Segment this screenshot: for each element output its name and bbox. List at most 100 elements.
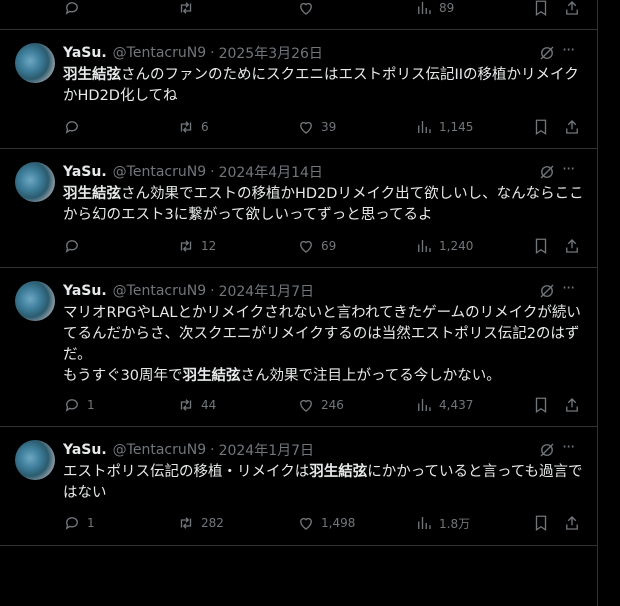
reply-button[interactable] [63,237,87,255]
share-button[interactable] [563,0,581,17]
reply-button[interactable]: 1 [63,514,95,532]
grok-icon[interactable] [538,44,556,62]
tweet-header: YaSu. @TentacruN9 · 2024年1月7日 [63,440,314,460]
separator-dot: · [210,442,215,458]
views-count: 1,240 [439,239,474,253]
user-handle[interactable]: @TentacruN9 [113,45,206,61]
heart-icon [300,399,312,412]
bookmark-icon [535,119,547,136]
heart-icon [300,2,312,15]
reply-icon [65,121,78,134]
like-button[interactable]: 39 [297,118,336,136]
more-options-icon[interactable]: ··· [562,161,582,182]
share-icon [566,398,578,412]
more-options-icon[interactable]: ··· [562,42,582,63]
timeline: 89 YaSu. @TentacruN9 · 2025年3月26日 ··· 羽生… [0,0,598,606]
like-count: 246 [321,398,344,412]
reply-count: 1 [87,516,95,530]
retweet-count: 6 [201,120,209,134]
share-icon [566,120,578,134]
grok-icon[interactable] [538,441,556,459]
user-handle[interactable]: @TentacruN9 [113,283,206,299]
action-bar: 1 282 1,498 1.8万 [63,513,583,533]
reply-button[interactable]: 1 [63,396,95,414]
tweet-text-part: さんのファンのためにスクエニはエストポリス伝記IIの移植かリメイクかHD2D化し… [63,67,579,104]
share-button[interactable] [563,118,581,136]
tweet-date[interactable]: 2024年1月7日 [219,281,314,301]
tweet-header: YaSu. @TentacruN9 · 2025年3月26日 [63,43,323,63]
display-name[interactable]: YaSu. [63,164,107,180]
like-button[interactable] [297,0,315,17]
tweet-text: 羽生結弦さんのファンのためにスクエニはエストポリス伝記IIの移植かリメイクかHD… [63,65,585,107]
avatar[interactable] [15,440,55,480]
tweet-text-part: エストポリス伝記の移植・リメイクは [63,464,310,480]
views-button[interactable]: 89 [415,0,454,17]
share-button[interactable] [563,514,581,532]
like-button[interactable]: 1,498 [297,514,355,532]
reply-button[interactable] [63,118,87,136]
reply-button[interactable] [63,0,81,17]
bookmark-button[interactable] [532,237,550,255]
views-icon [418,399,431,411]
retweet-count: 282 [201,516,224,530]
views-button[interactable]: 1.8万 [415,514,470,532]
retweet-button[interactable]: 282 [177,514,224,532]
bookmark-button[interactable] [532,118,550,136]
more-options-icon[interactable]: ··· [562,280,582,301]
tweet-date[interactable]: 2024年1月7日 [219,440,314,460]
retweet-button[interactable] [177,0,195,17]
reply-icon [65,399,78,412]
like-count: 1,498 [321,516,356,530]
share-button[interactable] [563,237,581,255]
views-button[interactable]: 1,145 [415,118,473,136]
avatar[interactable] [15,281,55,321]
views-icon [418,121,431,133]
retweet-count: 44 [201,398,217,412]
heart-icon [300,517,312,530]
bookmark-button[interactable] [532,0,550,17]
divider [0,426,597,427]
user-handle[interactable]: @TentacruN9 [113,442,206,458]
share-icon [566,1,578,15]
share-icon [566,516,578,530]
avatar[interactable] [15,162,55,202]
divider [0,545,597,546]
like-button[interactable]: 246 [297,396,344,414]
share-icon [566,239,578,253]
retweet-button[interactable]: 6 [177,118,209,136]
avatar[interactable] [15,43,55,83]
divider [0,267,597,268]
divider [0,148,597,149]
tweet-text: マリオRPGやLALとかリメイクされないと言われてきたゲームのリメイクが続いてる… [63,303,585,387]
share-button[interactable] [563,396,581,414]
like-button[interactable]: 69 [297,237,336,255]
action-bar: 89 [63,0,583,18]
retweet-icon [180,399,192,411]
tweet-text-part: さん効果で注目上がってる今しかない。 [240,368,501,384]
views-button[interactable]: 4,437 [415,396,473,414]
user-handle[interactable]: @TentacruN9 [113,164,206,180]
bookmark-button[interactable] [532,396,550,414]
like-count: 39 [321,120,337,134]
bookmark-button[interactable] [532,514,550,532]
grok-icon[interactable] [538,282,556,300]
bold-mention: 羽生結弦 [309,464,368,480]
more-options-icon[interactable]: ··· [562,439,582,460]
retweet-button[interactable]: 12 [177,237,216,255]
reply-icon [65,240,78,253]
grok-icon[interactable] [538,163,556,181]
tweet-date[interactable]: 2024年4月14日 [219,162,323,182]
heart-icon [300,121,312,134]
bold-mention: 羽生結弦 [63,186,121,202]
bookmark-icon [535,0,547,17]
tweet-text: エストポリス伝記の移植・リメイクは羽生結弦にかかっていると言っても過言ではない [63,462,585,504]
bold-mention: 羽生結弦 [182,368,241,384]
retweet-button[interactable]: 44 [177,396,216,414]
display-name[interactable]: YaSu. [63,442,107,458]
action-bar: 6 39 1,145 [63,117,583,137]
views-button[interactable]: 1,240 [415,237,473,255]
tweet-date[interactable]: 2025年3月26日 [219,43,323,63]
bookmark-icon [535,397,547,414]
display-name[interactable]: YaSu. [63,283,107,299]
display-name[interactable]: YaSu. [63,45,107,61]
